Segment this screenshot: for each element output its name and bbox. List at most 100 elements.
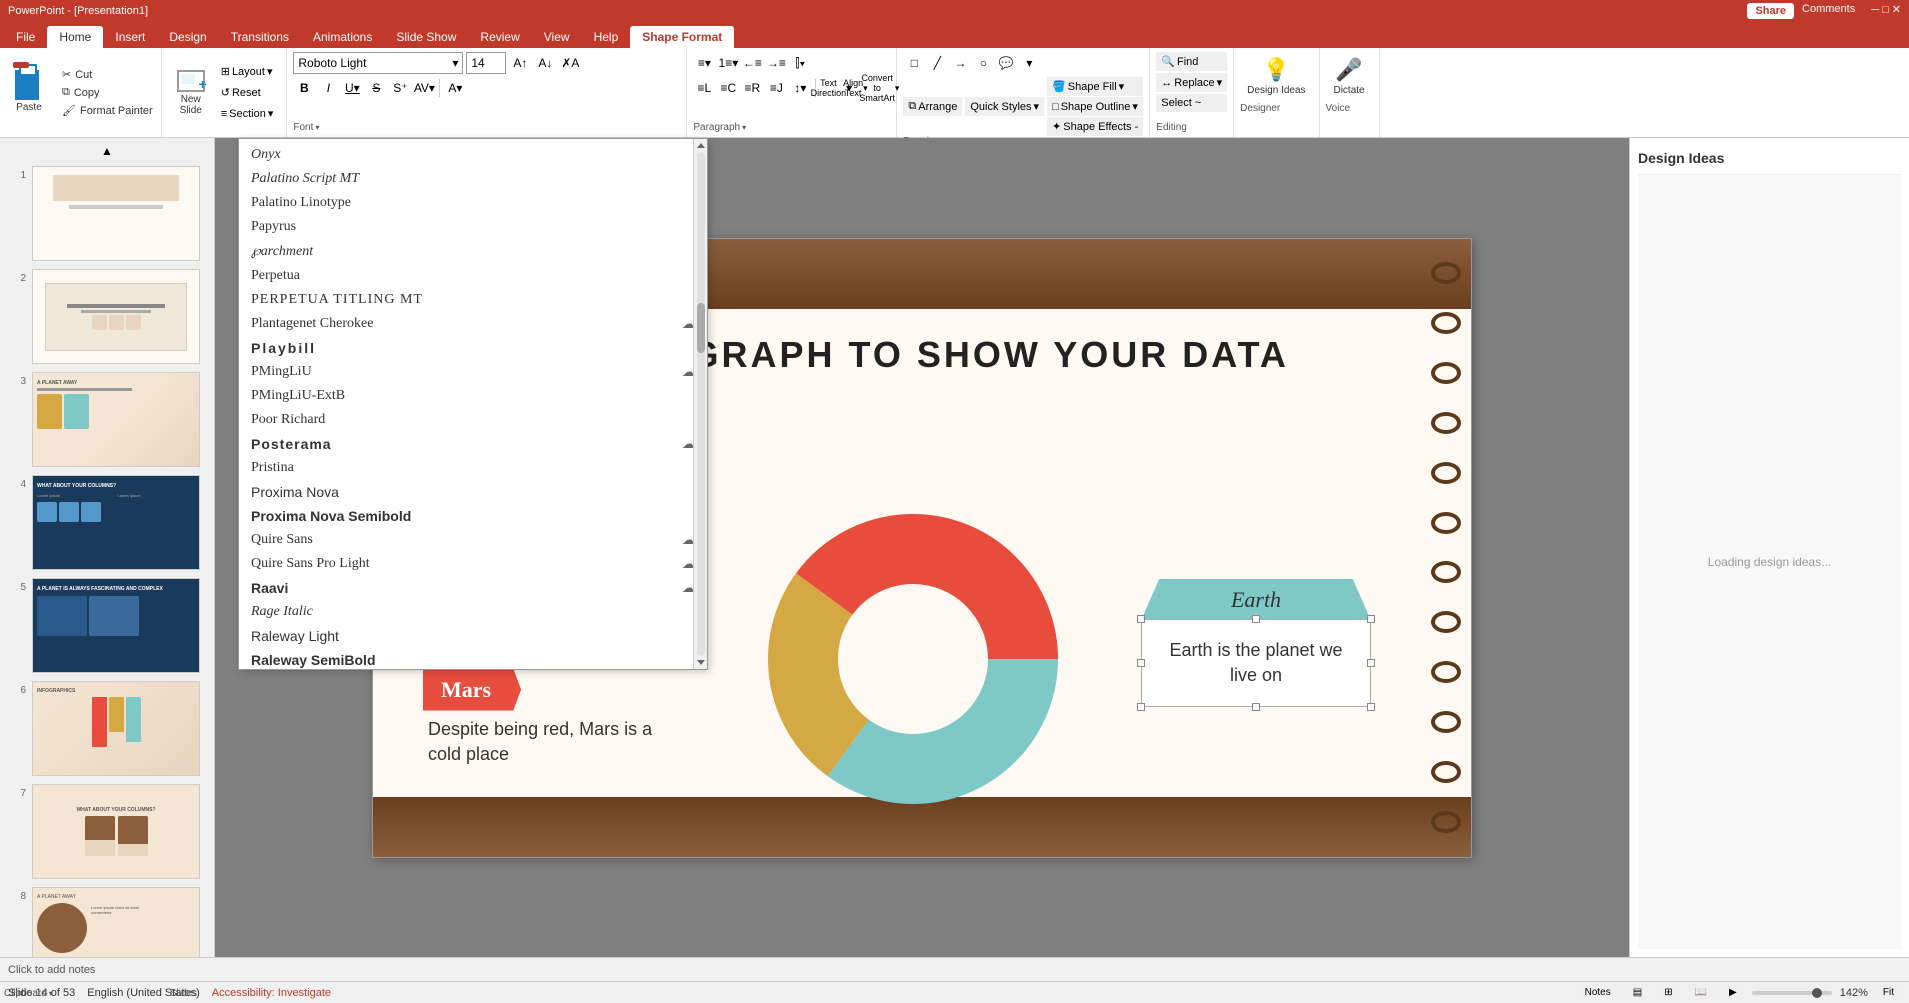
handle-tc[interactable] bbox=[1252, 615, 1260, 623]
oval-shape[interactable]: ○ bbox=[972, 52, 994, 74]
shadow-button[interactable]: S⁺ bbox=[389, 77, 411, 99]
text-direction-button[interactable]: Text Direction▾ bbox=[820, 77, 842, 99]
decrease-indent-button[interactable]: ←≡ bbox=[741, 52, 763, 74]
zoom-slider[interactable] bbox=[1752, 991, 1832, 995]
bold-button[interactable]: B bbox=[293, 77, 315, 99]
columns-button[interactable]: ⫿▾ bbox=[789, 52, 811, 74]
tab-review[interactable]: Review bbox=[468, 26, 531, 48]
shape-effects-button[interactable]: ✦ Shape Effects - bbox=[1047, 117, 1143, 136]
handle-rc[interactable] bbox=[1367, 659, 1375, 667]
slide-thumb-8[interactable]: 8 A PLANET AWAY Lorem ipsum dolor sit am… bbox=[4, 885, 210, 957]
select-button[interactable]: Select ~ bbox=[1156, 94, 1227, 112]
font-item-quire-pro-light[interactable]: Quire Sans Pro Light ☁ bbox=[239, 552, 707, 576]
font-item-palatino[interactable]: Palatino Linotype bbox=[239, 191, 707, 215]
font-item-raleway-light[interactable]: Raleway Light bbox=[239, 624, 707, 648]
cut-button[interactable]: ✂ Cut bbox=[58, 66, 157, 83]
font-item-poor-richard[interactable]: Poor Richard bbox=[239, 408, 707, 432]
font-item-pmingliu[interactable]: PMingLiU ☁ bbox=[239, 360, 707, 384]
format-painter-button[interactable]: 🖌 Format Painter bbox=[58, 102, 157, 119]
slide-thumb-4[interactable]: 4 WHAT ABOUT YOUR COLUMNS? Lorem ipsum L… bbox=[4, 473, 210, 572]
font-item-pmingliu-extb[interactable]: PMingLiU-ExtB bbox=[239, 384, 707, 408]
tab-shape-format[interactable]: Shape Format bbox=[630, 26, 734, 48]
handle-tl[interactable] bbox=[1137, 615, 1145, 623]
slide-thumb-6[interactable]: 6 INFOGRAPHICS bbox=[4, 679, 210, 778]
font-item-parchment[interactable]: ℘archment bbox=[239, 239, 707, 264]
font-size-input[interactable]: 14 bbox=[466, 52, 506, 74]
handle-tr[interactable] bbox=[1367, 615, 1375, 623]
char-spacing-button[interactable]: AV▾ bbox=[413, 77, 435, 99]
convert-smartart-button[interactable]: Convert to SmartArt▾ bbox=[868, 77, 890, 99]
font-item-rage[interactable]: Rage Italic bbox=[239, 600, 707, 624]
share-btn[interactable]: Share bbox=[1747, 3, 1794, 19]
zoom-thumb[interactable] bbox=[1812, 988, 1822, 998]
slide-thumb-2[interactable]: 2 bbox=[4, 267, 210, 366]
font-color-button[interactable]: A▾ bbox=[444, 77, 466, 99]
font-item-raleway-semi[interactable]: Raleway SemiBold bbox=[239, 648, 707, 669]
line-shape[interactable]: ╱ bbox=[926, 52, 948, 74]
font-item-palatino-script[interactable]: Palatino Script MT bbox=[239, 167, 707, 191]
scroll-up-button[interactable]: ▲ bbox=[4, 142, 210, 160]
tab-help[interactable]: Help bbox=[582, 26, 631, 48]
font-scroll-down[interactable] bbox=[697, 660, 705, 665]
slide-thumb-1[interactable]: 1 bbox=[4, 164, 210, 263]
design-ideas-button[interactable]: 💡 Design Ideas bbox=[1240, 52, 1312, 101]
layout-button[interactable]: ⊞ Layout ▾ bbox=[216, 62, 279, 81]
tab-view[interactable]: View bbox=[532, 26, 582, 48]
arrange-button[interactable]: ⧉ Arrange bbox=[903, 97, 962, 116]
tab-slideshow[interactable]: Slide Show bbox=[384, 26, 468, 48]
slideshow-view-button[interactable]: ▶ bbox=[1722, 984, 1744, 1001]
comments-btn[interactable]: Comments bbox=[1802, 3, 1855, 19]
tab-design[interactable]: Design bbox=[157, 26, 218, 48]
handle-lc[interactable] bbox=[1137, 659, 1145, 667]
quick-styles-button[interactable]: Quick Styles ▾ bbox=[965, 97, 1044, 116]
font-item-quire-sans[interactable]: Quire Sans ☁ bbox=[239, 528, 707, 552]
arrow-shape[interactable]: → bbox=[949, 52, 971, 74]
bullets-button[interactable]: ≡▾ bbox=[693, 52, 715, 74]
dictate-button[interactable]: 🎤 Dictate bbox=[1326, 52, 1373, 101]
fit-button[interactable]: Fit bbox=[1876, 984, 1901, 1001]
font-shrink-button[interactable]: A↓ bbox=[534, 52, 556, 74]
underline-button[interactable]: U▾ bbox=[341, 77, 363, 99]
shape-outline-button[interactable]: □ Shape Outline ▾ bbox=[1047, 97, 1143, 116]
slide-thumb-5[interactable]: 5 A PLANET IS ALWAYS FASCINATING AND COM… bbox=[4, 576, 210, 675]
strikethrough-button[interactable]: S bbox=[365, 77, 387, 99]
font-grow-button[interactable]: A↑ bbox=[509, 52, 531, 74]
tab-animations[interactable]: Animations bbox=[301, 26, 384, 48]
tab-transitions[interactable]: Transitions bbox=[219, 26, 301, 48]
tab-file[interactable]: File bbox=[4, 26, 47, 48]
reading-view-button[interactable]: 📖 bbox=[1688, 984, 1714, 1001]
slide-thumb-7[interactable]: 7 WHAT ABOUT YOUR COLUMNS? bbox=[4, 782, 210, 881]
accessibility-indicator[interactable]: Accessibility: Investigate bbox=[212, 987, 331, 999]
font-item-plantagenet[interactable]: Plantagenet Cherokee ☁ bbox=[239, 312, 707, 336]
font-item-perpetua-titling[interactable]: PERPETUA TITLING MT bbox=[239, 288, 707, 312]
align-left-button[interactable]: ≡L bbox=[693, 77, 715, 99]
font-selector[interactable]: Roboto Light▾ bbox=[293, 52, 463, 74]
font-item-playbill[interactable]: Playbill bbox=[239, 336, 707, 360]
font-item-perpetua[interactable]: Perpetua bbox=[239, 264, 707, 288]
scroll-thumb[interactable] bbox=[697, 303, 705, 353]
copy-button[interactable]: ⧉ Copy bbox=[58, 84, 157, 101]
font-item-proxima-semi[interactable]: Proxima Nova Semibold bbox=[239, 504, 707, 528]
font-item-papyrus[interactable]: Papyrus bbox=[239, 215, 707, 239]
rotation-handle-circle[interactable] bbox=[1251, 557, 1261, 567]
paste-button[interactable]: Paste bbox=[4, 52, 54, 120]
new-slide-button[interactable]: + NewSlide bbox=[170, 65, 212, 121]
callout-shape[interactable]: 💬 bbox=[995, 52, 1017, 74]
handle-bc[interactable] bbox=[1252, 703, 1260, 711]
align-center-button[interactable]: ≡C bbox=[717, 77, 739, 99]
font-item-pristina[interactable]: Pristina bbox=[239, 456, 707, 480]
handle-bl[interactable] bbox=[1137, 703, 1145, 711]
increase-indent-button[interactable]: →≡ bbox=[765, 52, 787, 74]
font-scroll-up[interactable] bbox=[697, 143, 705, 148]
rotation-handle[interactable] bbox=[1256, 561, 1257, 577]
handle-br[interactable] bbox=[1367, 703, 1375, 711]
normal-view-button[interactable]: ▤ bbox=[1626, 984, 1649, 1001]
find-button[interactable]: 🔍 Find bbox=[1156, 52, 1227, 71]
tab-insert[interactable]: Insert bbox=[103, 26, 157, 48]
font-item-raavi[interactable]: Raavi ☁ bbox=[239, 576, 707, 600]
notes-placeholder[interactable]: Click to add notes bbox=[8, 964, 95, 976]
clear-format-button[interactable]: ✗A bbox=[559, 52, 581, 74]
slide-thumb-3[interactable]: 3 A PLANET AWAY bbox=[4, 370, 210, 469]
font-item-posterama[interactable]: Posterama ☁ bbox=[239, 432, 707, 456]
shape-fill-button[interactable]: 🪣 Shape Fill ▾ bbox=[1047, 77, 1143, 96]
